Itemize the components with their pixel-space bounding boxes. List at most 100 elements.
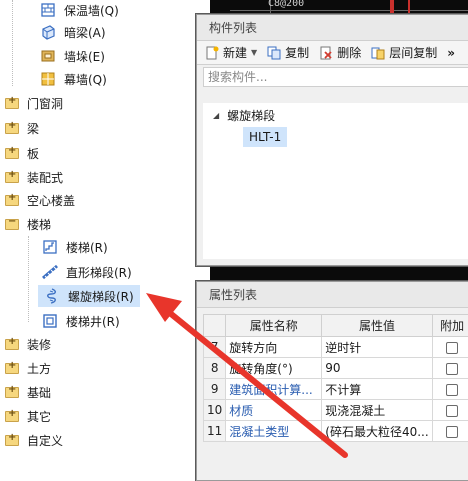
table-row[interactable]: 7 旋转方向 逆时针	[204, 337, 468, 358]
copy-button[interactable]: 复制	[267, 44, 309, 61]
folder-expand-icon[interactable]	[5, 339, 19, 350]
tree-folder-foundation[interactable]: 基础	[5, 381, 51, 403]
tree-folder-label: 楼梯	[27, 216, 51, 233]
tree-item-label: 墙垛(E)	[64, 48, 105, 65]
component-group[interactable]: ◢ 螺旋梯段	[213, 107, 275, 124]
tree-item-label: 幕墙(Q)	[64, 71, 107, 88]
tree-folder-doors-windows[interactable]: 门窗洞	[5, 92, 63, 114]
floor-copy-button[interactable]: 层间复制	[371, 44, 437, 61]
folder-expand-icon[interactable]	[5, 148, 19, 159]
tree-item-wall-pier[interactable]: 墙垛(E)	[40, 45, 105, 67]
component-list-panel: 构件列表 新建 ▼ 复制 删除 层间复制 » 搜索构件... ◢ 螺旋梯段 HL…	[196, 14, 468, 266]
cad-line	[408, 0, 410, 14]
cad-text: C8@200	[268, 0, 304, 9]
folder-expand-icon[interactable]	[5, 435, 19, 446]
folder-expand-icon[interactable]	[5, 387, 19, 398]
property-value[interactable]: 现浇混凝土	[322, 400, 432, 421]
header-value: 属性值	[322, 315, 432, 337]
panel-title: 构件列表	[197, 15, 468, 41]
delete-button-label: 删除	[337, 44, 361, 61]
folder-expand-icon[interactable]	[5, 172, 19, 183]
row-number: 9	[204, 379, 226, 400]
tree-folder-prefab[interactable]: 装配式	[5, 166, 63, 188]
tree-folder-earthwork[interactable]: 土方	[5, 357, 51, 379]
tree-folder-beam[interactable]: 梁	[5, 117, 39, 139]
tree-folder-stairs[interactable]: 楼梯	[5, 213, 51, 235]
floor-copy-button-label: 层间复制	[389, 44, 437, 61]
tree-item-insulation-wall[interactable]: 保温墙(Q)	[40, 0, 119, 21]
tree-folder-finishing[interactable]: 装修	[5, 333, 51, 355]
tree-folder-other[interactable]: 其它	[5, 405, 51, 427]
tree-item-hidden-beam[interactable]: 暗梁(A)	[40, 21, 106, 43]
property-value[interactable]: 逆时针	[322, 337, 432, 358]
table-row[interactable]: 9 建筑面积计算... 不计算	[204, 379, 468, 400]
delete-button[interactable]: 删除	[319, 44, 361, 61]
folder-expand-icon[interactable]	[5, 195, 19, 206]
folder-expand-icon[interactable]	[5, 411, 19, 422]
tree-guide	[28, 236, 29, 322]
tree-item-stair[interactable]: 楼梯(R)	[42, 236, 108, 258]
new-button[interactable]: 新建 ▼	[205, 44, 257, 61]
extra-checkbox[interactable]	[446, 342, 458, 354]
header-num	[204, 315, 226, 337]
tree-item-label: 楼梯井(R)	[66, 313, 120, 330]
tree-folder-label: 其它	[27, 408, 51, 425]
floor-copy-icon	[371, 46, 385, 60]
tree-folder-custom[interactable]: 自定义	[5, 429, 63, 451]
component-tree-list: ◢ 螺旋梯段 HLT-1	[203, 103, 468, 259]
property-name: 旋转方向	[226, 337, 322, 358]
component-item-selected[interactable]: HLT-1	[243, 127, 287, 147]
tree-folder-label: 板	[27, 145, 39, 162]
table-row[interactable]: 10 材质 现浇混凝土	[204, 400, 468, 421]
table-row[interactable]: 11 混凝土类型 (碎石最大粒径40...	[204, 421, 468, 442]
extra-cell	[432, 400, 468, 421]
row-number: 11	[204, 421, 226, 442]
property-value[interactable]: 不计算	[322, 379, 432, 400]
tree-folder-slab[interactable]: 板	[5, 142, 39, 164]
extra-checkbox[interactable]	[446, 363, 458, 375]
stairwell-icon	[42, 313, 58, 329]
cad-line	[230, 10, 468, 11]
tree-item-label: 螺旋梯段(R)	[68, 288, 134, 305]
tree-item-curtain-wall[interactable]: 幕墙(Q)	[40, 68, 107, 90]
hidden-beam-icon	[40, 24, 56, 40]
property-value[interactable]: 90	[322, 358, 432, 379]
property-header-row: 属性名称 属性值 附加	[204, 315, 468, 337]
extra-cell	[432, 421, 468, 442]
row-number: 7	[204, 337, 226, 358]
table-row[interactable]: 8 旋转角度(°) 90	[204, 358, 468, 379]
spiral-flight-icon	[44, 288, 60, 304]
extra-checkbox[interactable]	[446, 384, 458, 396]
dropdown-arrow-icon[interactable]: ▼	[251, 48, 257, 57]
property-value[interactable]: (碎石最大粒径40...	[322, 421, 432, 442]
tree-item-spiral-flight[interactable]: 螺旋梯段(R)	[38, 285, 140, 307]
component-search-input[interactable]: 搜索构件...	[203, 67, 468, 87]
tree-folder-label: 装配式	[27, 169, 63, 186]
tree-item-label: 直形梯段(R)	[66, 264, 132, 281]
collapse-triangle-icon[interactable]: ◢	[213, 111, 219, 120]
new-button-label: 新建	[223, 44, 247, 61]
tree-item-straight-flight[interactable]: 直形梯段(R)	[42, 261, 132, 283]
extra-checkbox[interactable]	[446, 426, 458, 438]
tree-item-label: 保温墙(Q)	[64, 2, 119, 19]
extra-cell	[432, 358, 468, 379]
folder-collapse-icon[interactable]	[5, 219, 19, 230]
folder-expand-icon[interactable]	[5, 363, 19, 374]
extra-cell	[432, 379, 468, 400]
tree-item-stairwell[interactable]: 楼梯井(R)	[42, 310, 120, 332]
folder-expand-icon[interactable]	[5, 123, 19, 134]
folder-expand-icon[interactable]	[5, 98, 19, 109]
tree-item-label: 楼梯(R)	[66, 239, 108, 256]
header-extra: 附加	[432, 315, 468, 337]
component-toolbar: 新建 ▼ 复制 删除 层间复制 »	[197, 41, 468, 65]
tree-folder-label: 门窗洞	[27, 95, 63, 112]
more-tools-button[interactable]: »	[447, 46, 455, 60]
tree-guide	[12, 0, 13, 86]
tree-folder-hollow-floor[interactable]: 空心楼盖	[5, 189, 75, 211]
component-tree: 保温墙(Q) 暗梁(A) 墙垛(E) 幕墙(Q) 门窗洞 梁 板 装配式 空心楼	[0, 0, 210, 467]
property-name: 旋转角度(°)	[226, 358, 322, 379]
tree-folder-label: 基础	[27, 384, 51, 401]
row-number: 8	[204, 358, 226, 379]
straight-flight-icon	[42, 264, 58, 280]
extra-checkbox[interactable]	[446, 405, 458, 417]
